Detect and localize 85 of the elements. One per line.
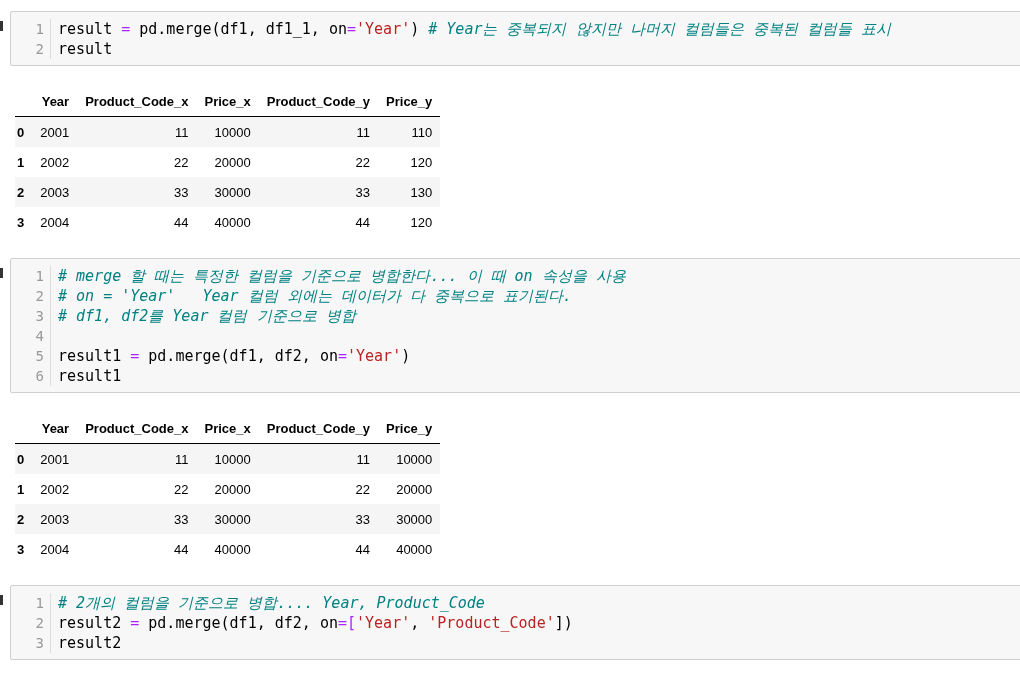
table-cell: 30000: [196, 504, 259, 534]
code-cell[interactable]: 1 2 3 # 2개의 컬럼을 기준으로 병합.... Year, Product_Code result2 = pd.merge(df1, df2, on=['Year', 'Product_Code']) result2: [10, 585, 1020, 660]
code-cell[interactable]: 1 2 result = pd.merge(df1, df1_1, on='Year') # Year는 중복되지 않지만 나머지 컬럼들은 중복된 컬럼들 표시 result: [10, 11, 1020, 66]
table-cell: 2001: [32, 443, 78, 474]
line-number: 3: [34, 307, 44, 326]
code-line: # on = 'Year' Year 컬럼 외에는 데이터가 다 중복으로 표기된다.: [58, 286, 573, 306]
table-cell: 110: [378, 116, 441, 147]
cell-marker: [0, 595, 3, 605]
code-line: result2: [58, 633, 123, 653]
table-cell: 2001: [32, 116, 78, 147]
table-cell: 44: [77, 534, 197, 564]
line-number: 2: [34, 614, 44, 633]
code-line: # merge 할 때는 특정한 컬럼을 기준으로 병합한다... 이 때 on 속성을 사용: [58, 266, 626, 286]
row-index: 1: [15, 147, 33, 177]
cell-marker: [0, 268, 3, 278]
line-number: 1: [34, 20, 44, 39]
code-cell[interactable]: 1 2 3 4 5 6 # merge 할 때는 특정한 컬럼을 기준으로 병합한다... 이 때 on 속성을 사용 # on = 'Year' Year 컬럼 외에는 데이터가 다 중복으로 표기된다. # df1, df2를 Year 컬럼 기준으로 병합 result1 = pd.merge(df1, df2, on='Year') result1: [10, 258, 1020, 393]
table-cell: 44: [258, 207, 379, 237]
line-number: 2: [34, 287, 44, 306]
row-index: 1: [15, 474, 33, 504]
table-cell: 11: [77, 116, 197, 147]
table-cell: 22: [77, 474, 197, 504]
table-cell: 30000: [196, 177, 259, 207]
line-number: 5: [34, 347, 44, 366]
row-index: 0: [15, 443, 33, 474]
table-cell: 130: [378, 177, 441, 207]
row-index: 3: [15, 207, 33, 237]
line-number: 4: [34, 327, 44, 346]
table-cell: 44: [77, 207, 197, 237]
code-line: result: [58, 39, 114, 59]
table-cell: 10000: [196, 116, 259, 147]
row-index: 3: [15, 534, 33, 564]
column-header: Year: [32, 413, 78, 444]
column-header: Price_x: [196, 86, 259, 117]
table-cell: 44: [258, 534, 379, 564]
table-cell: 22: [77, 147, 197, 177]
table-cell: 30000: [378, 504, 441, 534]
table-cell: 20000: [378, 474, 441, 504]
code-line: # df1, df2를 Year 컬럼 기준으로 병합: [58, 306, 359, 326]
column-header: Year: [32, 86, 78, 117]
line-number: 1: [34, 267, 44, 286]
table-cell: 33: [258, 177, 379, 207]
row-index: 2: [15, 177, 33, 207]
table-cell: 20000: [196, 474, 259, 504]
table-cell: 2002: [32, 474, 78, 504]
table-cell: 22: [258, 147, 379, 177]
code-line: # 2개의 컬럼을 기준으로 병합.... Year, Product_Code: [58, 593, 486, 613]
table-cell: 40000: [378, 534, 441, 564]
line-number: 3: [34, 634, 44, 653]
table-cell: 2003: [32, 177, 78, 207]
table-cell: 11: [258, 443, 379, 474]
table-cell: 10000: [378, 443, 441, 474]
column-header: Product_Code_x: [77, 86, 197, 117]
table-cell: 11: [77, 443, 197, 474]
table-cell: 33: [258, 504, 379, 534]
column-header: Product_Code_y: [258, 413, 379, 444]
line-number: 6: [34, 367, 44, 386]
column-header: Price_y: [378, 413, 441, 444]
code-line: result1: [58, 366, 123, 386]
table-cell: 40000: [196, 207, 259, 237]
table-cell: 2003: [32, 504, 78, 534]
code-line: result2 = pd.merge(df1, df2, on=['Year', 'Product_Code']): [58, 613, 573, 633]
table-cell: 33: [77, 504, 197, 534]
table-cell: 2002: [32, 147, 78, 177]
row-index: 2: [15, 504, 33, 534]
line-number: 2: [34, 40, 44, 59]
column-header: Price_x: [196, 413, 259, 444]
code-line: result = pd.merge(df1, df1_1, on='Year') # Year는 중복되지 않지만 나머지 컬럼들은 중복된 컬럼들 표시: [58, 19, 891, 39]
table-cell: 2004: [32, 534, 78, 564]
table-cell: 33: [77, 177, 197, 207]
row-index: 0: [15, 116, 33, 147]
line-number: 1: [34, 594, 44, 613]
table-cell: 2004: [32, 207, 78, 237]
code-line: result1 = pd.merge(df1, df2, on='Year'): [58, 346, 412, 366]
table-cell: 20000: [196, 147, 259, 177]
table-cell: 120: [378, 207, 441, 237]
column-header: Product_Code_x: [77, 413, 197, 444]
cell-marker: [0, 21, 3, 31]
table-cell: 120: [378, 147, 441, 177]
column-header: Price_y: [378, 86, 441, 117]
table-cell: 40000: [196, 534, 259, 564]
table-cell: 11: [258, 116, 379, 147]
table-cell: 10000: [196, 443, 259, 474]
table-cell: 22: [258, 474, 379, 504]
column-header: Product_Code_y: [258, 86, 379, 117]
